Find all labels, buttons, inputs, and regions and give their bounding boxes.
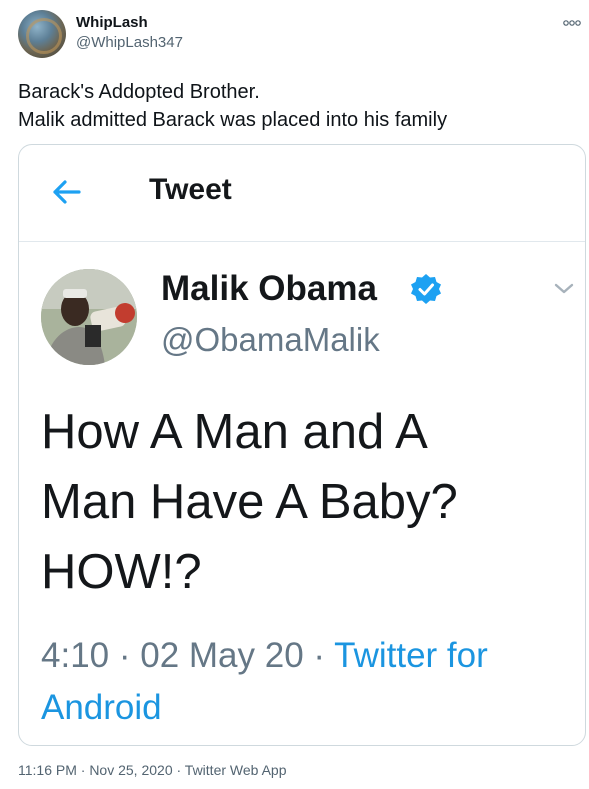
embedded-tweet-image[interactable]: Tweet Malik Obama @ObamaMalik How A Man … — [18, 144, 586, 746]
user-handle[interactable]: @WhipLash347 — [76, 34, 183, 51]
embed-author-handle: @ObamaMalik — [161, 321, 380, 358]
embed-author-avatar — [41, 269, 137, 365]
user-avatar[interactable] — [18, 10, 66, 58]
embed-tweet-meta: 4:10 · 02 May 20 · Twitter for Android — [41, 630, 571, 734]
tweet-line: Malik admitted Barack was placed into hi… — [18, 109, 448, 131]
verified-badge-icon — [409, 272, 443, 311]
embed-text-line: How A Man and A — [41, 405, 428, 459]
back-arrow-icon — [51, 179, 81, 210]
divider — [19, 241, 585, 242]
embed-header-title: Tweet — [149, 173, 232, 206]
embed-text-line: Man Have A Baby? — [41, 475, 458, 529]
embed-author-name: Malik Obama — [161, 269, 377, 308]
embed-timestamp: 4:10 · 02 May 20 · — [41, 636, 335, 675]
tweet-text: Barack's Addopted Brother. Malik admitte… — [18, 78, 447, 134]
tweet-line: Barack's Addopted Brother. — [18, 81, 260, 103]
more-options-icon[interactable] — [563, 14, 581, 32]
chevron-down-icon[interactable] — [553, 282, 575, 301]
embed-text-line: HOW!? — [41, 545, 202, 599]
tweet-timestamp-footer[interactable]: 11:16 PM · Nov 25, 2020 · Twitter Web Ap… — [18, 762, 286, 778]
embed-tweet-text: How A Man and A Man Have A Baby? HOW!? — [41, 397, 458, 607]
user-display-name[interactable]: WhipLash — [76, 14, 148, 31]
